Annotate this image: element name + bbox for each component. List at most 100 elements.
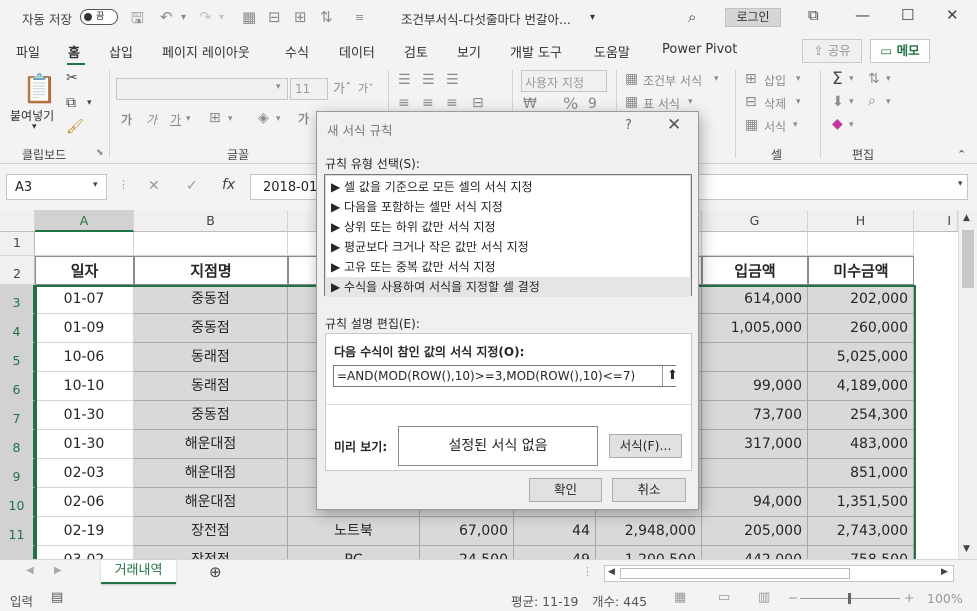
normal-view-icon[interactable]: ▦ [674, 590, 686, 605]
data-cell[interactable]: 851,000 [808, 459, 914, 488]
data-cell[interactable]: 614,000 [702, 285, 808, 314]
rule-type-item[interactable]: ▶ 다음을 포함하는 셀만 서식 지정 [325, 197, 691, 217]
format-as-table-label[interactable]: 표 서식 [643, 95, 680, 112]
rule-type-item[interactable]: ▶ 고유 또는 중복 값만 서식 지정 [325, 257, 691, 277]
data-cell[interactable]: 1,351,500 [808, 488, 914, 517]
sort-icon[interactable]: ⇅ [320, 8, 333, 26]
sheet-tab-transactions[interactable]: 거래내역 [101, 560, 176, 584]
bold-icon[interactable]: 가 [121, 111, 132, 128]
data-cell[interactable]: 483,000 [808, 430, 914, 459]
cell[interactable] [35, 232, 134, 256]
rule-type-list[interactable]: ▶ 셀 값을 기준으로 모든 셀의 서식 지정 ▶ 다음을 포함하는 셀만 서식… [324, 174, 692, 297]
row-header[interactable]: 10 [0, 488, 35, 517]
data-cell[interactable]: 중동점 [134, 314, 288, 343]
copy-icon[interactable]: ⧉ [66, 95, 76, 111]
fill-dropdown-icon[interactable]: ▾ [849, 97, 854, 107]
italic-icon[interactable]: 가 [146, 111, 157, 128]
memo-button[interactable]: ▭ 메모 [870, 39, 930, 63]
align-bottom-icon[interactable]: ☰ [446, 72, 459, 88]
sort-filter-dropdown-icon[interactable]: ▾ [886, 74, 891, 84]
row-header[interactable]: 7 [0, 401, 35, 430]
rule-type-item-selected[interactable]: ▶ 수식을 사용하여 서식을 지정할 셀 결정 [325, 277, 691, 297]
data-cell[interactable]: 10-06 [35, 343, 134, 372]
underline-dropdown-icon[interactable]: ▾ [186, 114, 191, 124]
cut-icon[interactable]: ✂ [66, 70, 78, 86]
font-size-box[interactable]: 11 [290, 78, 328, 100]
data-cell[interactable]: 해운대점 [134, 459, 288, 488]
column-header-b[interactable]: B [134, 210, 288, 232]
expand-formula-icon[interactable]: ▾ [958, 179, 963, 189]
tab-help[interactable]: 도움말 [594, 42, 630, 61]
data-cell[interactable]: 동래점 [134, 372, 288, 401]
clipboard-launcher-icon[interactable]: ⬊ [96, 148, 104, 158]
data-cell[interactable]: 442,000 [702, 546, 808, 559]
help-icon[interactable]: ? [625, 118, 632, 133]
scroll-up-icon[interactable]: ▲ [963, 213, 970, 223]
autosum-dropdown-icon[interactable]: ▾ [849, 74, 854, 84]
data-cell[interactable]: 260,000 [808, 314, 914, 343]
data-cell[interactable]: 205,000 [702, 517, 808, 546]
data-cell[interactable]: 01-07 [35, 285, 134, 314]
header-cell[interactable]: 입금액 [702, 256, 808, 285]
data-cell[interactable]: PC [288, 546, 420, 559]
format-cells-icon[interactable]: ▦ [745, 117, 758, 133]
row-header[interactable]: 12 [0, 546, 35, 559]
paste-icon[interactable]: 📋 [22, 72, 57, 105]
zoom-in-icon[interactable]: + [904, 590, 914, 605]
tab-page-layout[interactable]: 페이지 레이아웃 [162, 42, 250, 61]
data-cell[interactable]: 해운대점 [134, 430, 288, 459]
delete-cells-dropdown-icon[interactable]: ▾ [796, 97, 801, 107]
data-cell[interactable]: 99,000 [702, 372, 808, 401]
vertical-scroll-thumb[interactable] [962, 230, 974, 288]
scroll-down-icon[interactable]: ▼ [963, 544, 970, 554]
ribbon-display-icon[interactable]: ⧉ [808, 6, 819, 24]
data-cell[interactable]: 중동점 [134, 401, 288, 430]
data-cell[interactable]: 202,000 [808, 285, 914, 314]
tab-developer[interactable]: 개발 도구 [510, 42, 562, 61]
cell[interactable] [808, 232, 914, 256]
data-cell[interactable]: 노트북 [288, 517, 420, 546]
tab-formulas[interactable]: 수식 [285, 42, 309, 61]
cell[interactable] [702, 232, 808, 256]
page-layout-view-icon[interactable]: ▭ [718, 590, 730, 605]
format-painter-icon[interactable]: 🖌 [66, 119, 84, 135]
sort-filter-icon[interactable]: ⇅ [868, 71, 880, 87]
vertical-scrollbar[interactable]: ▲ ▼ [958, 210, 977, 559]
zoom-level[interactable]: 100% [927, 591, 963, 606]
row-header[interactable]: 5 [0, 343, 35, 372]
add-sheet-icon[interactable]: ⊕ [209, 563, 222, 581]
rule-type-item[interactable]: ▶ 상위 또는 하위 값만 서식 지정 [325, 217, 691, 237]
data-cell[interactable]: 4,189,000 [808, 372, 914, 401]
data-cell[interactable]: 02-03 [35, 459, 134, 488]
clear-icon[interactable]: ◆ [832, 116, 843, 132]
delete-cells-icon[interactable]: ⊟ [745, 94, 757, 110]
data-cell[interactable]: 49 [514, 546, 596, 559]
data-cell[interactable]: 01-09 [35, 314, 134, 343]
header-cell[interactable]: 일자 [35, 256, 134, 285]
format-as-table-dropdown-icon[interactable]: ▾ [688, 97, 693, 107]
tab-insert[interactable]: 삽입 [109, 42, 133, 61]
data-cell[interactable] [702, 459, 808, 488]
copy-dropdown-icon[interactable]: ▾ [87, 98, 92, 108]
scroll-right-icon[interactable]: ▶ [941, 567, 948, 577]
search-icon[interactable]: ⌕ [688, 8, 696, 26]
select-all-corner[interactable] [0, 210, 35, 232]
conditional-format-dropdown-icon[interactable]: ▾ [714, 74, 719, 84]
data-cell[interactable]: 67,000 [420, 517, 514, 546]
tab-data[interactable]: 데이터 [339, 42, 375, 61]
customize-qat-icon[interactable]: ≡ [355, 11, 364, 24]
data-cell[interactable]: 동래점 [134, 343, 288, 372]
number-format-box[interactable]: 사용자 지정 [521, 70, 607, 92]
column-header-a[interactable]: A [35, 210, 134, 232]
table-icon[interactable]: ⊞ [294, 8, 307, 26]
data-cell[interactable]: 01-30 [35, 401, 134, 430]
name-box[interactable]: A3 ▾ [6, 174, 107, 200]
collapse-ribbon-icon[interactable]: ⌃ [957, 148, 966, 161]
row-header[interactable]: 9 [0, 459, 35, 488]
redo-dropdown-icon[interactable]: ▾ [219, 12, 224, 23]
page-break-view-icon[interactable]: ▥ [758, 590, 770, 605]
row-header[interactable]: 2 [0, 256, 35, 285]
column-header-i[interactable]: I [914, 210, 958, 232]
paste-dropdown-icon[interactable]: ▾ [32, 122, 37, 132]
data-cell[interactable]: 03-02 [35, 546, 134, 559]
